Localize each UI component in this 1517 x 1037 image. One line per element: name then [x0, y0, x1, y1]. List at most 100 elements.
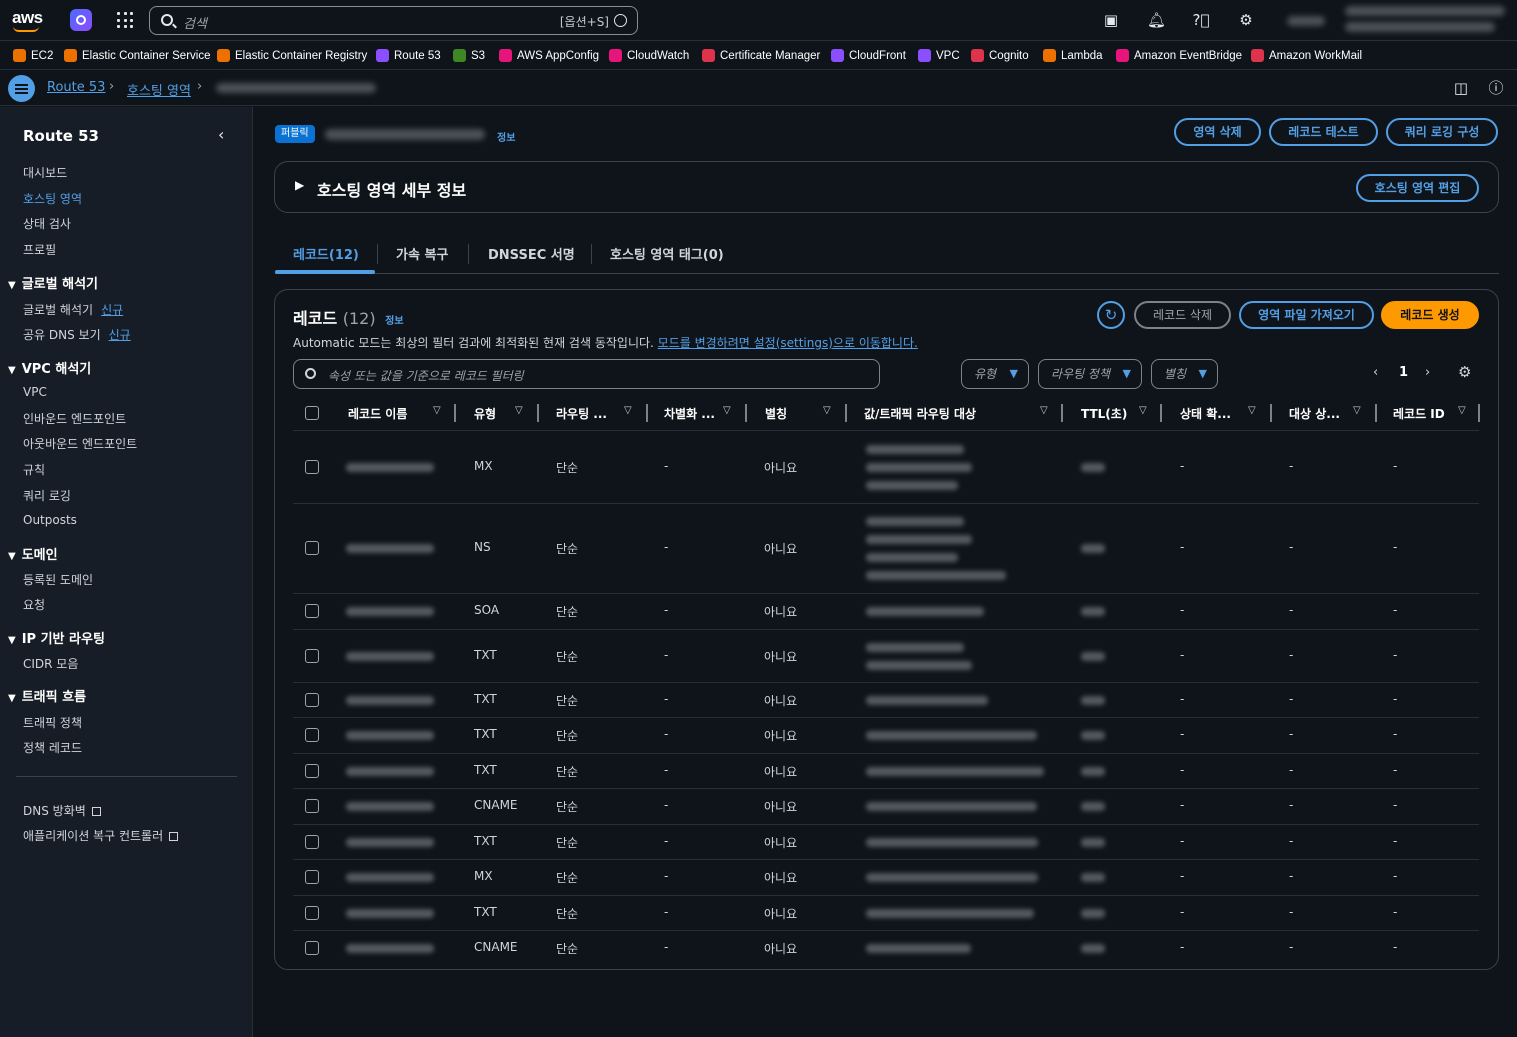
sidebar-item-shared-dns[interactable]: 공유 DNS 보기 신규 — [23, 326, 131, 343]
column-resizer[interactable] — [1061, 404, 1063, 422]
breadcrumb-route53[interactable]: Route 53 — [47, 80, 105, 95]
tab-records[interactable]: 레코드(12) — [293, 244, 359, 263]
aws-logo[interactable]: aws — [12, 8, 43, 28]
column-header[interactable]: 별칭 — [765, 405, 787, 422]
record-name[interactable] — [346, 837, 434, 847]
favorite-cognito[interactable]: Cognito — [971, 49, 1029, 62]
favorite-cloudfront[interactable]: CloudFront — [831, 49, 906, 62]
column-resizer[interactable] — [454, 404, 456, 422]
account-menu[interactable] — [1345, 6, 1505, 16]
row-checkbox[interactable] — [305, 799, 319, 813]
tab-accelerated-recovery[interactable]: 가속 복구 — [396, 244, 448, 263]
test-record-button[interactable]: 레코드 테스트 — [1269, 118, 1378, 146]
record-name[interactable] — [346, 731, 434, 740]
sidebar-section-global-resolver[interactable]: ▼ 글로벌 해석기 — [8, 273, 98, 292]
column-header[interactable]: 라우팅 ... — [556, 405, 607, 422]
select-all-checkbox[interactable] — [305, 406, 319, 420]
favorite-elastic-container-registry[interactable]: Elastic Container Registry — [217, 49, 367, 62]
hamburger-menu-icon[interactable] — [8, 75, 35, 102]
column-resizer[interactable] — [1160, 404, 1162, 422]
row-checkbox[interactable] — [305, 905, 319, 920]
split-panel-icon[interactable]: ◫ — [1452, 79, 1470, 97]
sidebar-item-requests[interactable]: 요청 — [23, 596, 45, 613]
collapse-sidebar-icon[interactable]: ‹ — [218, 125, 224, 144]
sidebar-section-ip-routing[interactable]: ▼ IP 기반 라우팅 — [8, 628, 105, 647]
routing-policy-dropdown[interactable]: 라우팅 정책 ▼ — [1038, 359, 1142, 389]
sidebar-item-dns-firewall[interactable]: DNS 방화벽 — [23, 802, 101, 819]
sort-icon[interactable]: ▽ — [723, 405, 731, 416]
column-header[interactable]: 차별화 ... — [664, 405, 715, 422]
row-checkbox[interactable] — [305, 763, 319, 778]
sort-icon[interactable]: ▽ — [1040, 405, 1048, 416]
column-resizer[interactable] — [745, 404, 747, 422]
create-record-button[interactable]: 레코드 생성 — [1381, 301, 1479, 329]
table-settings-gear-icon[interactable]: ⚙ — [1458, 363, 1471, 381]
current-page[interactable]: 1 — [1399, 365, 1408, 380]
column-header[interactable]: 레코드 이름 — [348, 405, 407, 422]
sidebar-item-profiles[interactable]: 프로필 — [23, 241, 56, 258]
import-zone-file-button[interactable]: 영역 파일 가져오기 — [1239, 301, 1374, 329]
sidebar-item-registered-domains[interactable]: 등록된 도메인 — [23, 571, 93, 588]
row-checkbox[interactable] — [305, 460, 319, 474]
row-checkbox[interactable] — [305, 940, 319, 955]
tab-hosted-zone-tags[interactable]: 호스팅 영역 태그(0) — [610, 244, 724, 263]
sort-icon[interactable]: ▽ — [1353, 405, 1361, 416]
sidebar-item-rules[interactable]: 규칙 — [23, 461, 45, 478]
sidebar-section-traffic-flow[interactable]: ▼ 트래픽 흐름 — [8, 686, 86, 705]
favorite-amazon-workmail[interactable]: Amazon WorkMail — [1251, 49, 1362, 62]
records-info-link[interactable]: 정보 — [385, 316, 403, 327]
records-filter-input[interactable]: 속성 또는 값을 기준으로 레코드 필터링 — [293, 359, 880, 389]
column-header[interactable]: 레코드 ID — [1393, 405, 1445, 422]
sidebar-item-traffic-policies[interactable]: 트래픽 정책 — [23, 714, 82, 731]
global-search-input[interactable]: 검색 [옵션+S] — [149, 6, 638, 35]
favorite-vpc[interactable]: VPC — [918, 49, 960, 62]
edit-hosted-zone-button[interactable]: 호스팅 영역 편집 — [1356, 174, 1479, 202]
sort-icon[interactable]: ▽ — [433, 405, 441, 416]
region-selector[interactable] — [1287, 16, 1325, 26]
record-name[interactable] — [346, 908, 434, 918]
sidebar-item-hosted-zones[interactable]: 호스팅 영역 — [23, 190, 82, 207]
column-resizer[interactable] — [1375, 404, 1377, 422]
delete-zone-button[interactable]: 영역 삭제 — [1174, 118, 1261, 146]
sidebar-item-policy-records[interactable]: 정책 레코드 — [23, 739, 82, 756]
next-page-icon[interactable]: › — [1425, 365, 1430, 380]
favorite-route-53[interactable]: Route 53 — [376, 49, 441, 62]
record-name[interactable] — [346, 463, 434, 472]
column-header[interactable]: 값/트래픽 라우팅 대상 — [864, 405, 976, 422]
sidebar-item-dashboard[interactable]: 대시보드 — [23, 164, 67, 181]
search-clear-icon[interactable] — [614, 14, 627, 27]
favorite-amazon-eventbridge[interactable]: Amazon EventBridge — [1116, 49, 1242, 62]
column-resizer[interactable] — [1478, 404, 1480, 422]
favorite-ec2[interactable]: EC2 — [13, 49, 53, 62]
sort-icon[interactable]: ▽ — [1458, 405, 1466, 416]
details-title[interactable]: 호스팅 영역 세부 정보 — [317, 177, 466, 201]
configure-query-logging-button[interactable]: 쿼리 로깅 구성 — [1386, 118, 1498, 146]
sort-icon[interactable]: ▽ — [515, 405, 523, 416]
record-name[interactable] — [346, 943, 434, 953]
sort-icon[interactable]: ▽ — [1248, 405, 1256, 416]
amazon-q-icon[interactable] — [70, 9, 92, 31]
column-header[interactable]: TTL(초) — [1081, 405, 1127, 422]
info-panel-icon[interactable]: ⓘ — [1487, 79, 1505, 97]
favorite-elastic-container-service[interactable]: Elastic Container Service — [64, 49, 210, 62]
sidebar-item-outposts[interactable]: Outposts — [23, 513, 77, 527]
column-resizer[interactable] — [1270, 404, 1272, 422]
sort-icon[interactable]: ▽ — [1139, 405, 1147, 416]
services-menu-icon[interactable] — [117, 12, 134, 29]
sort-icon[interactable]: ▽ — [624, 405, 632, 416]
column-resizer[interactable] — [537, 404, 539, 422]
record-name[interactable] — [346, 695, 434, 705]
sidebar-section-vpc-resolver[interactable]: ▼ VPC 해석기 — [8, 358, 91, 377]
row-checkbox[interactable] — [305, 648, 319, 663]
favorite-aws-appconfig[interactable]: AWS AppConfig — [499, 49, 599, 62]
sidebar-item-health-checks[interactable]: 상태 검사 — [23, 215, 71, 232]
row-checkbox[interactable] — [305, 870, 319, 884]
favorite-s3[interactable]: S3 — [453, 49, 485, 62]
row-checkbox[interactable] — [305, 728, 319, 742]
row-checkbox[interactable] — [305, 541, 319, 555]
settings-gear-icon[interactable]: ⚙ — [1237, 11, 1255, 29]
tab-dnssec-signing[interactable]: DNSSEC 서명 — [488, 244, 575, 263]
sidebar-item-cidr-collections[interactable]: CIDR 모음 — [23, 655, 78, 672]
sidebar-item-global-resolver[interactable]: 글로벌 해석기 신규 — [23, 301, 123, 318]
record-name[interactable] — [346, 873, 434, 882]
